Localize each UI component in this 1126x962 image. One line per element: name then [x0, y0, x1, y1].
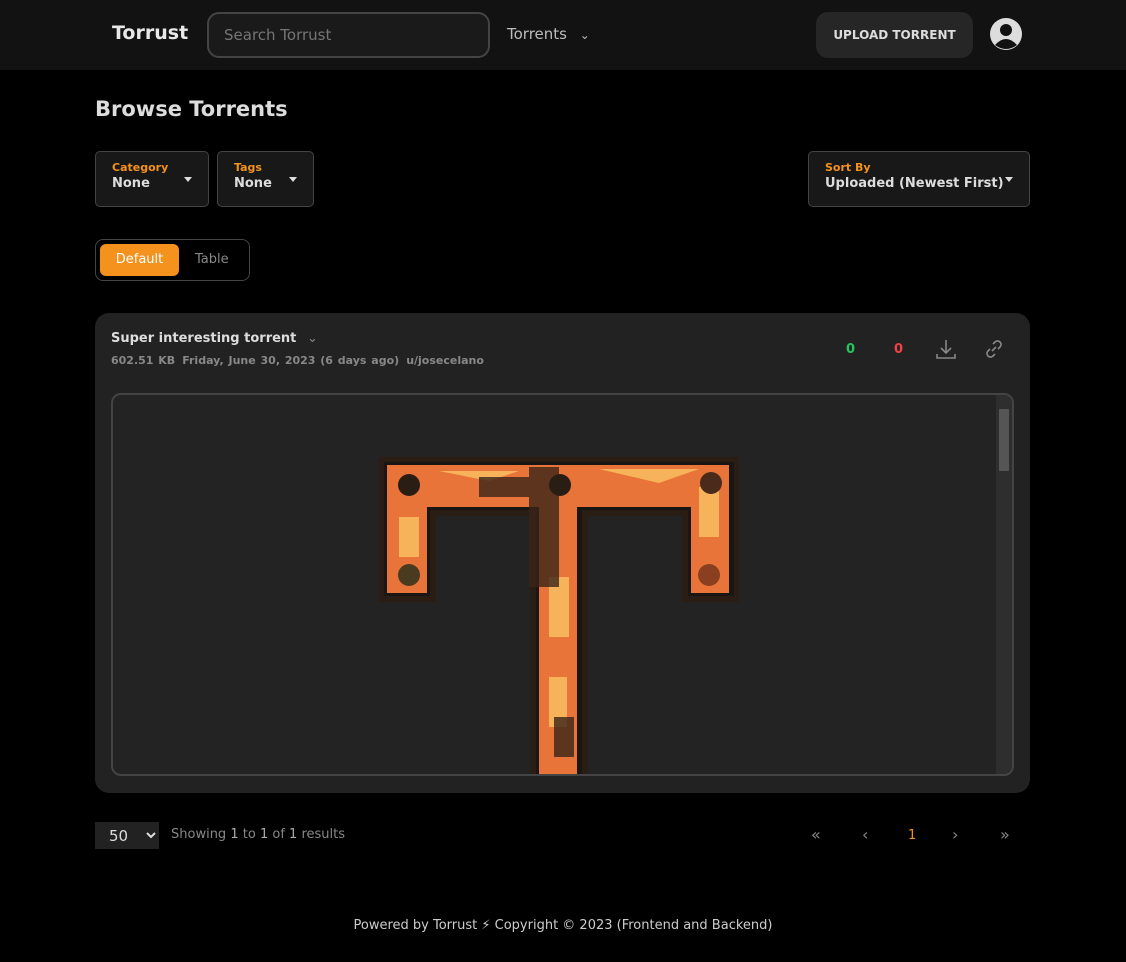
torrent-card: Super interesting torrent ⌄ 602.51 KB Fri…: [95, 313, 1030, 793]
chevron-down-icon: ⌄: [579, 28, 590, 42]
last-page-button[interactable]: »: [1000, 825, 1010, 844]
prev-page-button[interactable]: ‹: [862, 825, 868, 844]
first-page-button[interactable]: «: [811, 825, 821, 844]
sort-dropdown[interactable]: Sort By Uploaded (Newest First): [808, 151, 1030, 207]
category-dropdown[interactable]: Category None: [95, 151, 209, 207]
user-avatar-icon[interactable]: [989, 17, 1023, 51]
chevron-down-icon[interactable]: ⌄: [307, 331, 318, 346]
page-title: Browse Torrents: [95, 97, 288, 121]
torrent-meta: 602.51 KB Friday, June 30, 2023 (6 days a…: [111, 354, 491, 367]
tags-value: None: [234, 176, 272, 191]
seeders-count: 0: [846, 342, 856, 357]
torrent-description-frame[interactable]: [111, 393, 1014, 776]
brand-logo[interactable]: Torrust: [112, 22, 188, 44]
torrents-menu[interactable]: Torrents ⌄: [507, 25, 590, 43]
tab-table[interactable]: Table: [195, 244, 229, 276]
caret-down-icon: [289, 177, 297, 186]
torrent-title[interactable]: Super interesting torrent ⌄: [111, 331, 318, 346]
torrust-logo-image: [379, 457, 739, 774]
scrollbar-thumb[interactable]: [999, 409, 1009, 471]
next-page-button[interactable]: ›: [952, 825, 958, 844]
torrent-size: 602.51 KB: [111, 354, 176, 367]
category-label: Category: [112, 161, 169, 174]
category-value: None: [112, 176, 150, 191]
torrent-title-text: Super interesting torrent: [111, 331, 297, 346]
page-size-select[interactable]: 50: [95, 822, 159, 849]
scrollbar[interactable]: [996, 395, 1012, 774]
leechers-count: 0: [894, 342, 904, 357]
torrent-uploader[interactable]: u/josecelano: [406, 354, 484, 367]
sort-label: Sort By: [825, 161, 871, 174]
sort-value: Uploaded (Newest First): [825, 176, 1004, 191]
view-toggle: Default Table: [95, 239, 250, 281]
upload-torrent-button[interactable]: UPLOAD TORRENT: [816, 12, 973, 58]
tab-default[interactable]: Default: [100, 244, 179, 276]
page-1-button[interactable]: 1: [908, 828, 916, 843]
caret-down-icon: [1005, 177, 1013, 186]
torrent-date: Friday, June 30, 2023 (6 days ago): [182, 354, 400, 367]
torrents-menu-label: Torrents: [507, 25, 567, 43]
download-icon[interactable]: [935, 338, 957, 360]
navbar: Torrust Torrents ⌄ UPLOAD TORRENT: [0, 0, 1126, 70]
tags-label: Tags: [234, 161, 262, 174]
tags-dropdown[interactable]: Tags None: [217, 151, 314, 207]
results-summary: Showing 1 to 1 of 1 results: [171, 827, 346, 842]
caret-down-icon: [184, 177, 192, 186]
search-input[interactable]: [207, 12, 490, 58]
magnet-link-icon[interactable]: [983, 338, 1005, 360]
footer-copyright: Powered by Torrust ⚡ Copyright © 2023 (F…: [353, 918, 773, 933]
pagination-bar: 50 Showing 1 to 1 of 1 results « ‹ 1 › »: [95, 822, 1030, 850]
